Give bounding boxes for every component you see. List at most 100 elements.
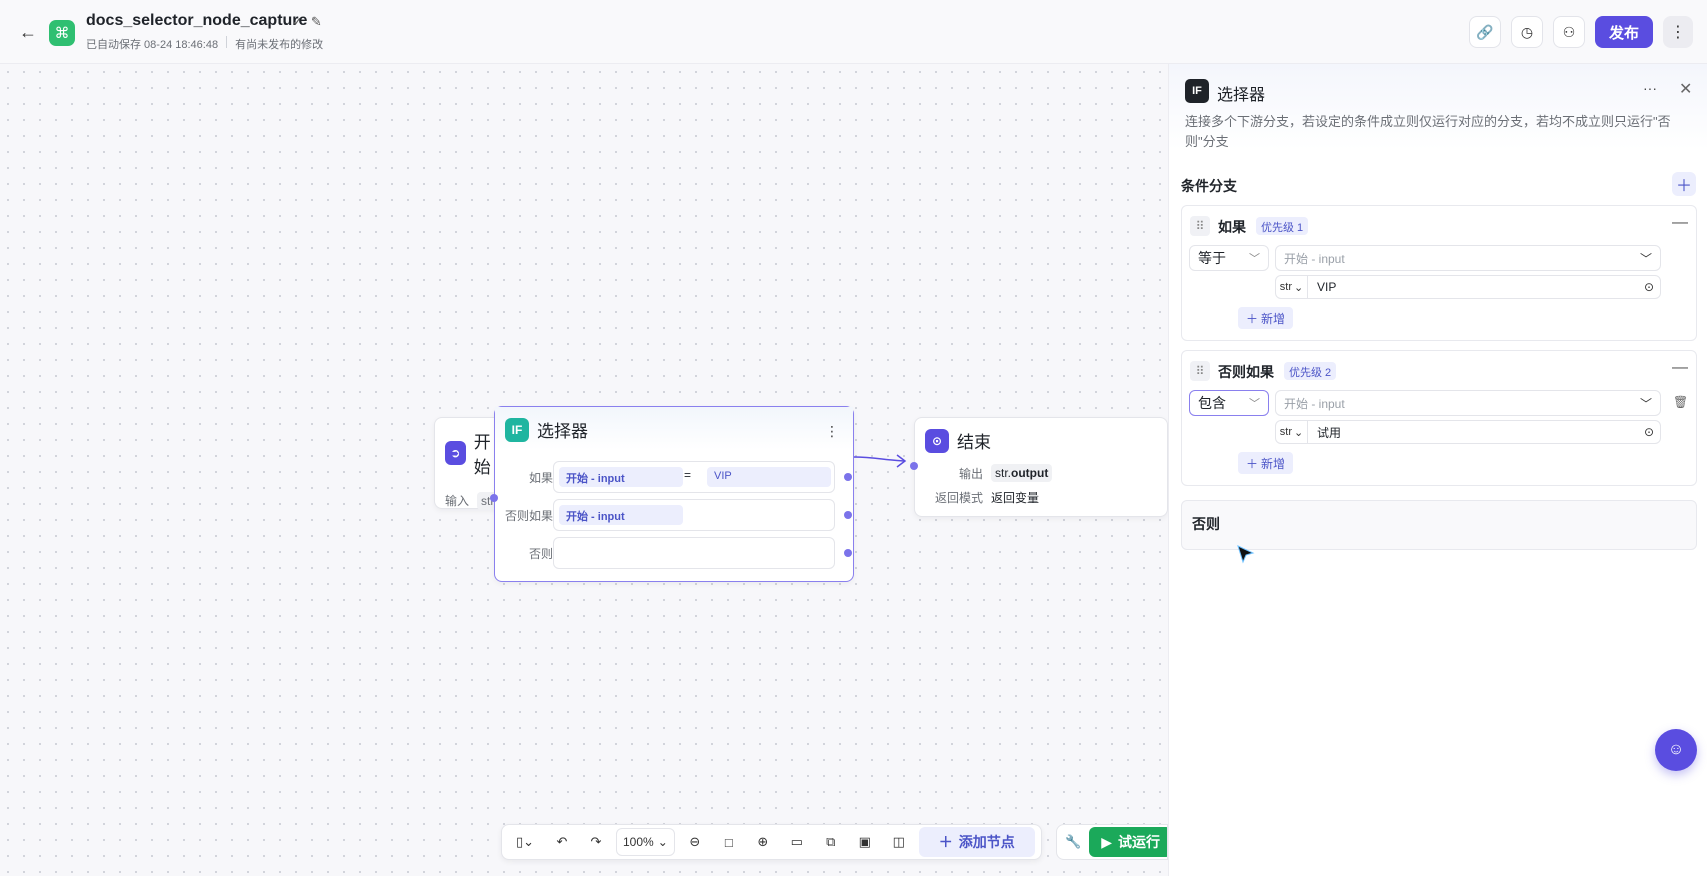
left-variable-placeholder: 开始 - input: [1284, 396, 1345, 411]
branch-if: ⠿ 如果 优先级 1 — 等于 ﹀ 开始 - input ﹀ str ⌄ VIP ⊙ …: [1181, 205, 1697, 341]
verified-check-icon: ✓: [292, 14, 303, 29]
chevron-down-icon: ﹀: [1639, 396, 1652, 411]
elseif-row-left-text: 开始 - input: [566, 511, 625, 523]
left-variable-select[interactable]: 开始 - input ﹀: [1275, 390, 1661, 416]
chevron-down-icon: ⌄: [1294, 281, 1304, 294]
mouse-cursor-icon: [1237, 545, 1255, 564]
if-row-operator: =: [684, 468, 692, 482]
if-row-condition[interactable]: 开始 - input = VIP: [553, 461, 835, 493]
more-vertical-icon[interactable]: ⋮: [1663, 16, 1693, 48]
left-variable-select[interactable]: 开始 - input ﹀: [1275, 245, 1661, 271]
operator-select[interactable]: 等于 ﹀: [1189, 245, 1269, 271]
add-condition-button[interactable]: ＋新增: [1238, 307, 1294, 329]
right-value-input[interactable]: str ⌄ 试用 ⊙: [1275, 420, 1661, 444]
chevron-down-icon: ⌄: [657, 835, 668, 849]
collaborator-icon[interactable]: ⚇: [1552, 16, 1585, 48]
run-toolbar: 🔧 ▶ 试运行: [1056, 824, 1168, 860]
divider: [226, 36, 228, 48]
connection-edge: [854, 454, 907, 468]
section-title: 条件分支: [1181, 178, 1237, 194]
mouse-mode-icon[interactable]: ▯⌄: [508, 828, 542, 856]
chevron-down-icon: ⌄: [1294, 426, 1304, 439]
publish-button[interactable]: 发布: [1594, 16, 1653, 48]
priority-badge: 优先级 2: [1284, 362, 1337, 380]
auto-layout-icon[interactable]: ⧉: [817, 828, 845, 856]
if-output-port[interactable]: [844, 473, 852, 481]
drag-handle-icon[interactable]: ⠿: [1190, 361, 1210, 381]
redo-icon[interactable]: ↷: [582, 828, 610, 856]
end-output-label: 输出: [958, 466, 983, 481]
assistant-fab-icon[interactable]: ☺: [1655, 729, 1697, 771]
if-row-right-pill: VIP: [707, 467, 831, 487]
elseif-output-port[interactable]: [844, 511, 852, 519]
else-output-port[interactable]: [844, 549, 852, 557]
add-condition-label: 新增: [1261, 456, 1286, 471]
unpublished-text: 有尚未发布的修改: [235, 39, 324, 51]
add-node-button[interactable]: ＋ 添加节点: [918, 827, 1035, 857]
trial-run-button[interactable]: ▶ 试运行: [1089, 827, 1167, 857]
elseif-row-condition[interactable]: 开始 - input: [553, 499, 835, 531]
else-row: 否则: [495, 537, 853, 569]
collapse-icon[interactable]: —: [1672, 359, 1688, 377]
history-clock-icon[interactable]: ◷: [1510, 16, 1543, 48]
add-condition-button[interactable]: ＋新增: [1238, 452, 1294, 474]
zoom-in-icon[interactable]: ⊕: [749, 828, 777, 856]
right-value-input[interactable]: str ⌄ VIP ⊙: [1275, 275, 1661, 299]
workflow-canvas[interactable]: ➲ 开始 输入 str IF 选择器 ⋮ 如果 开始 - input = VIP…: [0, 64, 1168, 876]
canvas-toolbar: ▯⌄ ↶ ↷ 100% ⌄ ⊖ □ ⊕ ▭ ⧉ ▣ ◫ ＋ 添加节点: [501, 824, 1042, 860]
undo-icon[interactable]: ↶: [548, 828, 576, 856]
wrench-icon[interactable]: 🔧: [1065, 828, 1081, 856]
title-actions: ✓ ✎: [292, 14, 322, 30]
elseif-row-label: 否则如果: [504, 509, 553, 523]
top-bar: ← ⌘ docs_selector_node_capture ✓ ✎ 已自动保存…: [0, 0, 1707, 64]
operator-select[interactable]: 包含 ﹀: [1189, 390, 1269, 416]
else-row-label: 否则: [528, 547, 553, 561]
minimap-icon[interactable]: ◫: [885, 828, 913, 856]
variable-ref-icon[interactable]: ⊙: [1638, 280, 1660, 294]
drag-handle-icon[interactable]: ⠿: [1190, 216, 1210, 236]
right-value[interactable]: 试用: [1308, 424, 1638, 441]
end-node[interactable]: ⊙ 结束 输出 str.output 返回模式 返回变量: [910, 417, 1168, 517]
left-variable-placeholder: 开始 - input: [1284, 251, 1345, 266]
add-condition-label: 新增: [1261, 311, 1286, 326]
comment-icon[interactable]: ▭: [783, 828, 811, 856]
priority-badge: 优先级 1: [1256, 217, 1309, 235]
link-icon[interactable]: 🔗: [1468, 16, 1501, 48]
operator-value: 等于: [1198, 250, 1226, 266]
edit-pencil-icon[interactable]: ✎: [311, 14, 322, 30]
selector-node[interactable]: IF 选择器 ⋮ 如果 开始 - input = VIP 否则如果 开始 - i…: [490, 406, 854, 582]
type-select[interactable]: str ⌄: [1276, 276, 1308, 298]
type-select[interactable]: str ⌄: [1276, 421, 1308, 443]
end-input-port[interactable]: [910, 462, 918, 470]
zoom-out-icon[interactable]: ⊖: [681, 828, 709, 856]
chevron-down-icon: ﹀: [1249, 398, 1260, 410]
panel-more-icon[interactable]: ···: [1643, 80, 1657, 96]
trash-icon[interactable]: 🗑: [1673, 395, 1688, 409]
add-branch-button[interactable]: ＋: [1672, 172, 1696, 196]
elseif-row: 否则如果 开始 - input: [495, 499, 853, 531]
header-actions: 🔗 ◷ ⚇ 发布 ⋮: [1468, 16, 1693, 48]
right-value[interactable]: VIP: [1308, 280, 1638, 294]
collapse-icon[interactable]: —: [1672, 214, 1688, 232]
operator-value: 包含: [1198, 395, 1226, 411]
variable-ref-icon[interactable]: ⊙: [1638, 425, 1660, 439]
workflow-title: docs_selector_node_capture: [86, 12, 308, 29]
panel-description: 连接多个下游分支，若设定的条件成立则仅运行对应的分支，若均不成立则只运行"否则"…: [1185, 114, 1671, 149]
back-arrow-icon[interactable]: ←: [16, 20, 40, 44]
node-menu-icon[interactable]: ⋮: [825, 423, 839, 440]
autosave-text: 已自动保存 08-24 18:46:48: [86, 39, 219, 51]
else-row-condition[interactable]: [553, 537, 835, 569]
start-node-icon: ➲: [445, 441, 466, 465]
type-value: str: [1279, 426, 1292, 438]
zoom-select[interactable]: 100% ⌄: [616, 828, 675, 856]
end-output-tag: str.output: [991, 464, 1053, 482]
end-output-name: output: [1011, 466, 1049, 480]
panel-if-icon: IF: [1185, 79, 1209, 103]
close-icon[interactable]: ✕: [1679, 79, 1692, 99]
image-icon[interactable]: ▣: [851, 828, 879, 856]
selector-input-port[interactable]: [490, 494, 498, 502]
panel-header: IF 选择器 ··· ✕ 连接多个下游分支，若设定的条件成立则仅运行对应的分支，…: [1169, 64, 1707, 150]
selector-node-title: 选择器: [537, 422, 588, 441]
chevron-down-icon: ﹀: [1639, 251, 1652, 266]
fit-view-icon[interactable]: □: [715, 828, 743, 856]
